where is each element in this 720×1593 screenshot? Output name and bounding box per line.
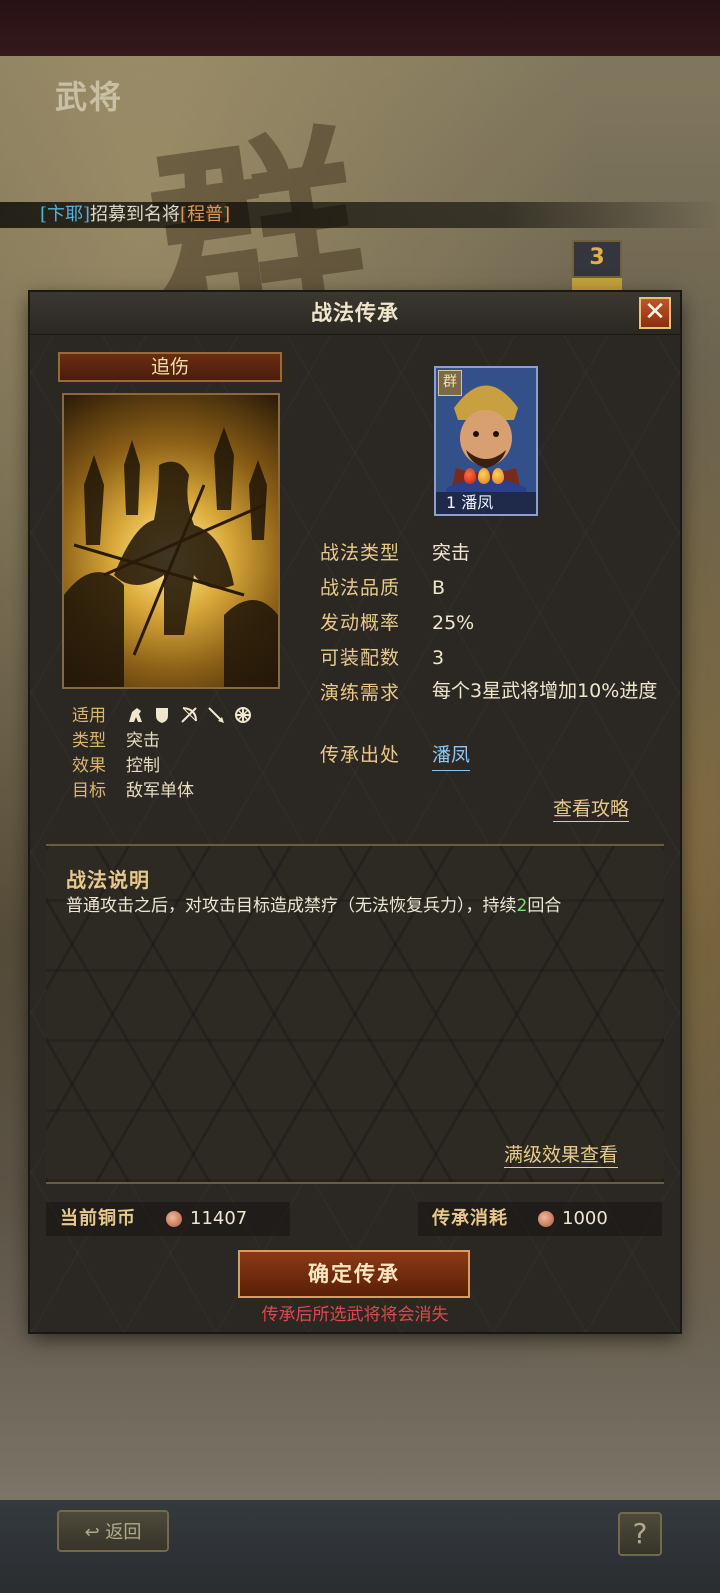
skill-description-panel: 战法说明 普通攻击之后，对攻击目标造成禁疗（无法恢复兵力），持续2回合 满级效果… — [46, 844, 664, 1184]
description-text: 普通攻击之后，对攻击目标造成禁疗（无法恢复兵力），持续2回合 — [66, 892, 636, 920]
info-key: 传承出处 — [320, 744, 401, 766]
current-coins-label: 当前铜币 — [60, 1208, 136, 1229]
meta-value: 控制 — [126, 756, 160, 776]
confirm-inherit-button[interactable]: 确定传承 — [238, 1250, 470, 1298]
unit-type-icons — [126, 706, 252, 724]
meta-key: 类型 — [72, 731, 106, 751]
meta-value: 突击 — [126, 731, 160, 751]
star-icon — [492, 468, 504, 484]
description-text-before: 普通攻击之后，对攻击目标造成禁疗（无法恢复兵力），持续 — [66, 896, 517, 916]
meta-key: 目标 — [72, 781, 106, 801]
meta-key: 效果 — [72, 756, 106, 776]
meta-value: 敌军单体 — [126, 781, 194, 801]
current-coins: 当前铜币 11407 — [46, 1202, 290, 1236]
close-button[interactable]: ✕ — [639, 297, 671, 329]
inherit-cost: 传承消耗 1000 — [418, 1202, 662, 1236]
skill-artwork — [62, 393, 280, 689]
siege-icon — [234, 706, 252, 724]
info-key: 可装配数 — [320, 647, 401, 669]
inherit-cost-label: 传承消耗 — [432, 1208, 508, 1229]
bow-icon — [180, 706, 198, 724]
faction-badge: 群 — [438, 370, 462, 396]
info-value: B — [432, 577, 446, 599]
general-stars — [464, 468, 504, 484]
inherit-cost-value: 1000 — [562, 1208, 608, 1229]
dialog-title: 战法传承 — [311, 300, 399, 325]
skill-inherit-dialog: 战法传承 ✕ 追伤 适用 类型 突击 效果 控制 目标 敌军单体 群 1 潘凤 … — [30, 292, 680, 1332]
view-strategy-link[interactable]: 查看攻略 — [553, 794, 630, 822]
meta-key: 适用 — [72, 706, 106, 726]
copper-coin-icon — [538, 1211, 554, 1227]
skill-name: 追伤 — [58, 352, 282, 382]
full-level-effect-link[interactable]: 满级效果查看 — [504, 1140, 619, 1168]
current-coins-value: 11407 — [190, 1208, 248, 1229]
star-icon — [464, 468, 476, 484]
description-text-after: 回合 — [527, 896, 562, 916]
info-key: 发动概率 — [320, 612, 401, 634]
general-card[interactable]: 群 1 潘凤 — [434, 366, 538, 516]
star-icon — [478, 468, 490, 484]
shield-icon — [153, 706, 171, 724]
info-value: 25% — [432, 612, 475, 634]
info-value: 3 — [432, 647, 445, 669]
cavalry-icon — [126, 706, 144, 724]
info-value: 每个3星武将增加10%进度 — [432, 680, 658, 702]
general-label: 1 潘凤 — [436, 492, 536, 514]
dialog-header: 战法传承 ✕ — [30, 292, 680, 335]
spear-icon — [207, 706, 225, 724]
info-key: 战法品质 — [320, 577, 401, 599]
info-key: 演练需求 — [320, 682, 401, 704]
warning-text: 传承后所选武将将会消失 — [261, 1305, 449, 1325]
skill-artwork-illustration — [64, 427, 278, 687]
description-highlight: 2 — [516, 896, 528, 916]
info-key: 战法类型 — [320, 542, 401, 564]
description-title: 战法说明 — [66, 868, 150, 892]
source-general-link[interactable]: 潘凤 — [432, 740, 471, 771]
info-value: 突击 — [432, 542, 471, 564]
copper-coin-icon — [166, 1211, 182, 1227]
